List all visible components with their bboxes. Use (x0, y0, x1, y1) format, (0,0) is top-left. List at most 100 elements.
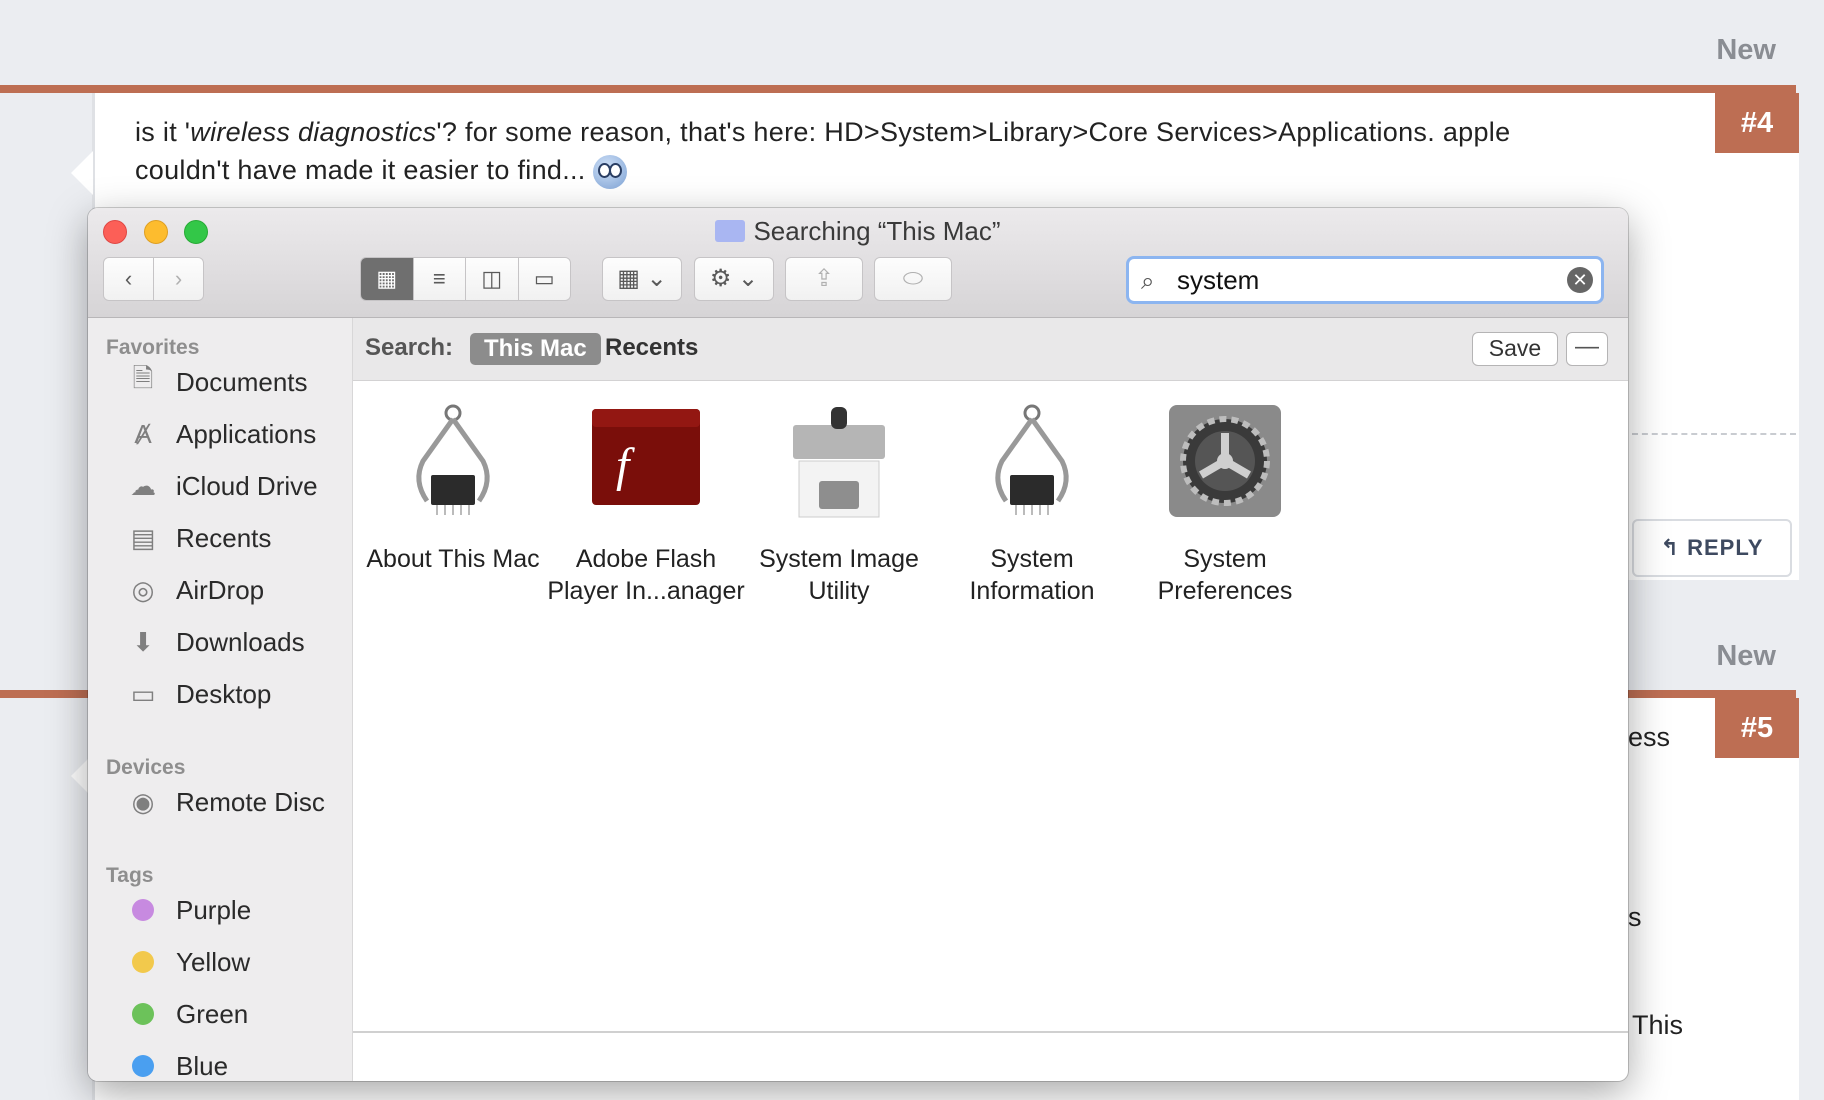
list-icon: ≡ (432, 266, 446, 291)
icon-view-button[interactable]: ▦ (361, 258, 414, 300)
sidebar-item-label: Blue (176, 1050, 229, 1081)
search-field[interactable]: ⌕ ✕ (1126, 256, 1604, 304)
result-name-line: System Image (759, 545, 919, 573)
result-name: System Information (922, 543, 1142, 607)
search-input[interactable] (1177, 265, 1537, 295)
tag-icon: ⬭ (902, 265, 924, 292)
back-button[interactable]: ‹ (104, 258, 154, 300)
sidebar-item-label: Yellow (176, 946, 251, 977)
document-icon: 🗎 (132, 363, 154, 393)
result-name-line: Preferences (1157, 577, 1293, 605)
post4-divider (0, 85, 1796, 93)
result-item-adobe-flash[interactable]: f Adobe Flash Player In...anager (536, 401, 756, 607)
blue-tag-dot-icon (132, 1055, 154, 1077)
sidebar-item-tag-blue[interactable]: Blue (124, 1046, 228, 1081)
clear-search-icon[interactable]: ✕ (1567, 267, 1593, 293)
sidebar-item-documents[interactable]: 🗎 Documents (124, 362, 308, 402)
share-button[interactable]: ⇪ (785, 257, 863, 301)
titlebar: Searching “This Mac” ‹ › ▦ ≡ ◫ ▭ ▦ ⌄ ⚙ ⌄… (88, 208, 1628, 318)
system-image-utility-app-icon (779, 401, 899, 521)
list-view-button[interactable]: ≡ (413, 258, 466, 300)
flash-player-app-icon: f (586, 401, 706, 521)
sidebar-item-label: AirDrop (176, 574, 265, 605)
sidebar-item-label: Green (176, 998, 249, 1029)
sidebar-item-label: Remote Disc (176, 786, 325, 817)
sidebar-item-label: Desktop (176, 678, 272, 709)
path-bar-divider (353, 1031, 1628, 1033)
columns-icon: ◫ (481, 266, 503, 291)
post4-header-bar: New (0, 12, 1796, 87)
result-name-line: System (1183, 545, 1267, 573)
recents-icon: ▤ (130, 522, 156, 553)
view-mode-buttons: ▦ ≡ ◫ ▭ (360, 257, 571, 301)
chevron-left-icon: ‹ (124, 266, 133, 291)
forward-button[interactable]: › (154, 258, 203, 300)
action-button[interactable]: ⚙ ⌄ (694, 257, 774, 301)
result-name: System Image Utility (729, 543, 949, 607)
save-search-button[interactable]: Save (1472, 332, 1558, 366)
result-name-line: System (990, 545, 1074, 573)
tags-button[interactable]: ⬭ (874, 257, 952, 301)
sidebar-item-tag-purple[interactable]: Purple (124, 890, 251, 930)
result-name-line: Information (969, 577, 1095, 605)
scope-this-mac-button[interactable]: This Mac (470, 333, 601, 365)
sidebar-item-label: Recents (176, 522, 272, 553)
chevron-right-icon: › (174, 266, 183, 291)
result-item-system-information[interactable]: System Information (922, 401, 1142, 607)
download-icon: ⬇ (132, 626, 154, 657)
reply-arrow-icon: ↰ (1660, 535, 1680, 560)
result-item-system-preferences[interactable]: System Preferences (1115, 401, 1335, 607)
sidebar-item-icloud-drive[interactable]: ☁ iCloud Drive (124, 466, 318, 506)
system-preferences-gear-icon (1165, 401, 1285, 521)
sidebar-item-label: Downloads (176, 626, 305, 657)
result-name-line: About This Mac (366, 545, 540, 573)
arrange-button[interactable]: ▦ ⌄ (602, 257, 682, 301)
sidebar-item-tag-green[interactable]: Green (124, 994, 248, 1034)
system-information-app-icon (393, 401, 513, 521)
history-buttons: ‹ › (103, 257, 204, 301)
search-scope-bar: Search: This Mac Recents Save — (353, 318, 1628, 381)
gallery-view-button[interactable]: ▭ (518, 258, 570, 300)
gear-icon: ⚙ (709, 265, 732, 292)
result-item-about-this-mac[interactable]: About This Mac (343, 401, 563, 575)
post-number: #5 (1740, 712, 1774, 744)
sidebar-item-label: Documents (176, 366, 308, 397)
grid-icon: ▦ (376, 266, 398, 291)
result-item-system-image-utility[interactable]: System Image Utility (729, 401, 949, 607)
new-label: New (1716, 640, 1776, 672)
sidebar-item-recents[interactable]: ▤ Recents (124, 518, 272, 558)
result-name: System Preferences (1115, 543, 1335, 607)
sidebar-item-tag-yellow[interactable]: Yellow (124, 942, 250, 982)
dashed-divider (1632, 433, 1796, 435)
sidebar-item-airdrop[interactable]: ◎ AirDrop (124, 570, 264, 610)
post-number-badge[interactable]: #4 (1715, 93, 1799, 153)
gallery-icon: ▭ (533, 266, 555, 291)
system-information-app-icon (972, 401, 1092, 521)
sidebar-item-desktop[interactable]: ▭ Desktop (124, 674, 272, 714)
column-view-button[interactable]: ◫ (466, 258, 519, 300)
purple-tag-dot-icon (132, 899, 154, 921)
sidebar-item-remote-disc[interactable]: ◉ Remote Disc (124, 782, 325, 822)
post-number-badge[interactable]: #5 (1715, 698, 1799, 758)
reply-button[interactable]: ↰ REPLY (1632, 519, 1792, 577)
result-name: Adobe Flash Player In...anager (536, 543, 756, 607)
search-icon: ⌕ (1141, 268, 1155, 295)
tags-header: Tags (106, 864, 154, 887)
sidebar-item-label: Applications (176, 418, 317, 449)
results-area: About This Mac f Adobe Flash Player In...… (353, 381, 1628, 1026)
window-title: Searching “This Mac” (88, 216, 1628, 247)
remove-criteria-button[interactable]: — (1566, 332, 1608, 366)
sidebar-item-label: iCloud Drive (176, 470, 318, 501)
post-text-part: is it ' (135, 117, 191, 147)
sidebar-item-applications[interactable]: Ⱥ Applications (124, 414, 316, 454)
post-number: #4 (1740, 107, 1774, 139)
scope-recents-button[interactable]: Recents (605, 334, 698, 362)
favorites-header: Favorites (106, 336, 200, 359)
post5-text-fragment: This (1632, 1010, 1684, 1040)
desktop-icon: ▭ (130, 678, 156, 709)
result-name-line: Adobe Flash (575, 545, 717, 573)
green-tag-dot-icon (132, 1003, 154, 1025)
chevron-down-icon: ⌄ (646, 265, 667, 292)
sidebar-item-downloads[interactable]: ⬇ Downloads (124, 622, 305, 662)
share-icon: ⇪ (813, 265, 835, 292)
